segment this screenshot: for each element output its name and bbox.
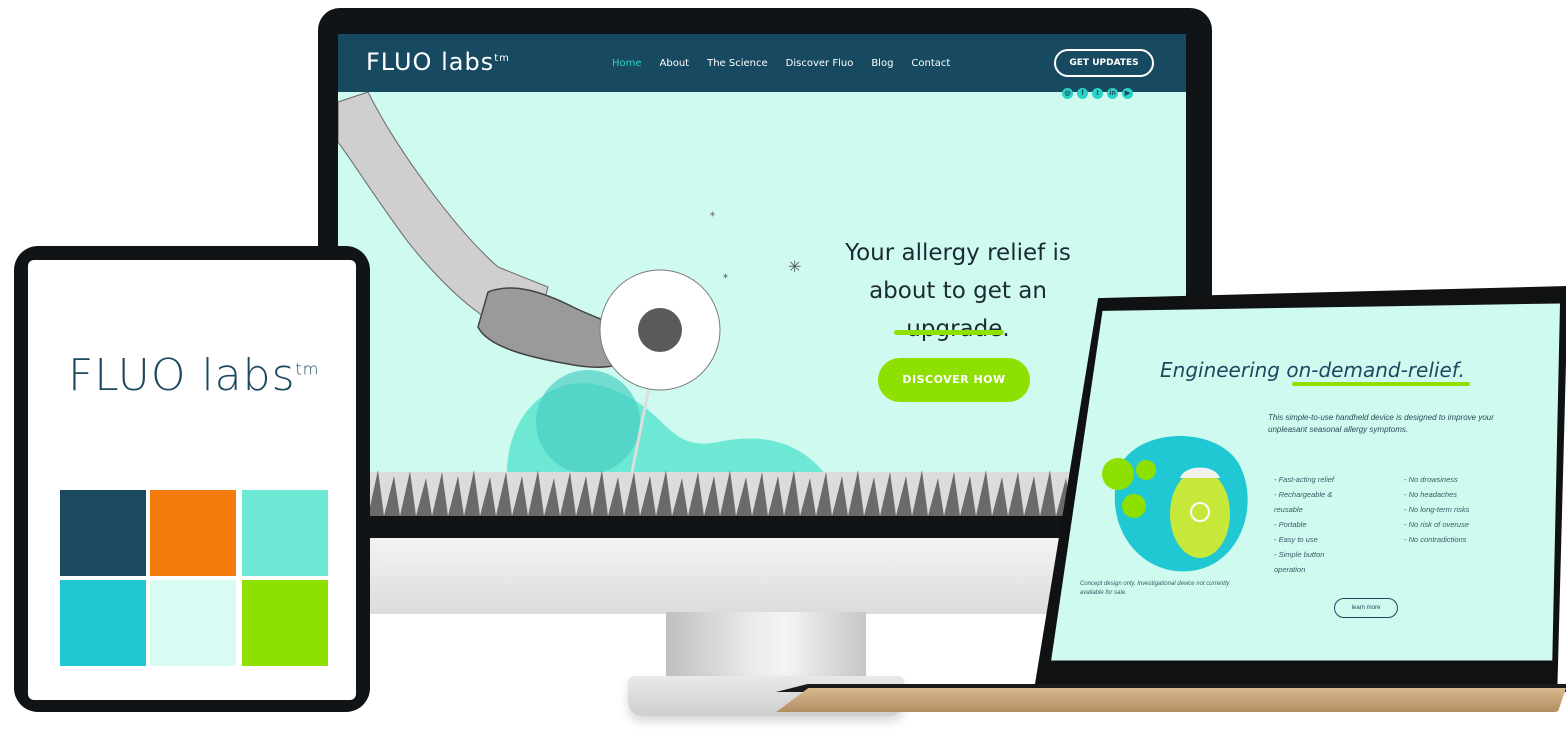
- dandelion-seed: ✳: [788, 259, 801, 276]
- color-swatch: [242, 580, 328, 666]
- feature-item: - No contradictions: [1404, 535, 1467, 544]
- feature-item: - No long-term risks: [1404, 505, 1470, 514]
- laptop-intro-text: This simple-to-use handheld device is de…: [1268, 413, 1494, 434]
- laptop-website: Engineering on-demand-relief. This simpl…: [1051, 303, 1560, 661]
- laptop-disclaimer: Concept design only. Investigational dev…: [1080, 581, 1230, 596]
- desktop-website: FLUO labstm Home About The Science Disco…: [338, 34, 1186, 516]
- fluo-device-illustration: [1102, 436, 1248, 572]
- color-swatch: [150, 580, 236, 666]
- dandelion-seed: ⁎: [710, 208, 715, 219]
- feature-item: - No risk of overuse: [1404, 520, 1470, 529]
- hero-line-1: Your allergy relief is: [845, 240, 1071, 266]
- get-updates-button[interactable]: GET UPDATES: [1054, 49, 1154, 77]
- feature-item: - Portable: [1274, 520, 1307, 529]
- feature-item: reusable: [1274, 505, 1303, 514]
- color-swatch: [242, 490, 328, 576]
- hero-highlight-underline: [894, 330, 1004, 335]
- feature-item: - Rechargeable &: [1274, 490, 1333, 499]
- device-leaf: [1122, 494, 1146, 518]
- color-swatch: [60, 580, 146, 666]
- logo-tm: tm: [494, 53, 510, 64]
- nav-discover-fluo[interactable]: Discover Fluo: [786, 58, 854, 69]
- feature-item: - Simple button: [1274, 550, 1325, 559]
- color-swatch: [60, 490, 146, 576]
- device-leaf: [1102, 458, 1134, 490]
- feature-list-right: - No drowsiness - No headaches - No long…: [1404, 472, 1469, 547]
- feature-list-left: - Fast-acting relief - Rechargeable & re…: [1274, 472, 1334, 577]
- site-nav-bar: FLUO labstm Home About The Science Disco…: [338, 34, 1186, 92]
- feature-item: - No drowsiness: [1404, 475, 1458, 484]
- tablet-logo: FLUO labstm: [68, 350, 319, 401]
- feature-item: - Easy to use: [1274, 535, 1318, 544]
- laptop-headline-highlight: [1292, 382, 1470, 386]
- hero-blob-circle: [536, 370, 640, 474]
- tablet-logo-tm: tm: [295, 359, 320, 379]
- nav-blog[interactable]: Blog: [871, 58, 893, 69]
- laptop-headline: Engineering on-demand-relief.: [1160, 358, 1465, 382]
- dandelion-seed: ⁎: [723, 270, 728, 281]
- nav-the-science[interactable]: The Science: [707, 58, 768, 69]
- nav-about[interactable]: About: [660, 58, 690, 69]
- laptop-base: [776, 688, 1566, 712]
- site-logo[interactable]: FLUO labstm: [366, 48, 510, 76]
- feature-item: operation: [1274, 565, 1306, 574]
- device-body: [1170, 470, 1230, 558]
- color-swatch: [150, 490, 236, 576]
- monitor-stand: [666, 612, 866, 682]
- feature-item: - Fast-acting relief: [1274, 475, 1335, 484]
- hero-line-3: upgrade.: [906, 316, 1010, 342]
- nav-links: Home About The Science Discover Fluo Blo…: [612, 58, 950, 69]
- tablet-brand-board: FLUO labstm: [28, 260, 356, 700]
- tablet-logo-text: FLUO labs: [68, 350, 296, 401]
- hero-line-2: about to get an: [869, 278, 1047, 304]
- logo-text: FLUO labs: [366, 48, 495, 76]
- discover-how-button[interactable]: DISCOVER HOW: [878, 358, 1030, 402]
- nav-home[interactable]: Home: [612, 58, 642, 69]
- nav-contact[interactable]: Contact: [911, 58, 950, 69]
- dandelion-core: [638, 308, 682, 352]
- device-leaf: [1136, 460, 1156, 480]
- feature-item: - No headaches: [1404, 490, 1457, 499]
- learn-more-button[interactable]: learn more: [1334, 598, 1398, 618]
